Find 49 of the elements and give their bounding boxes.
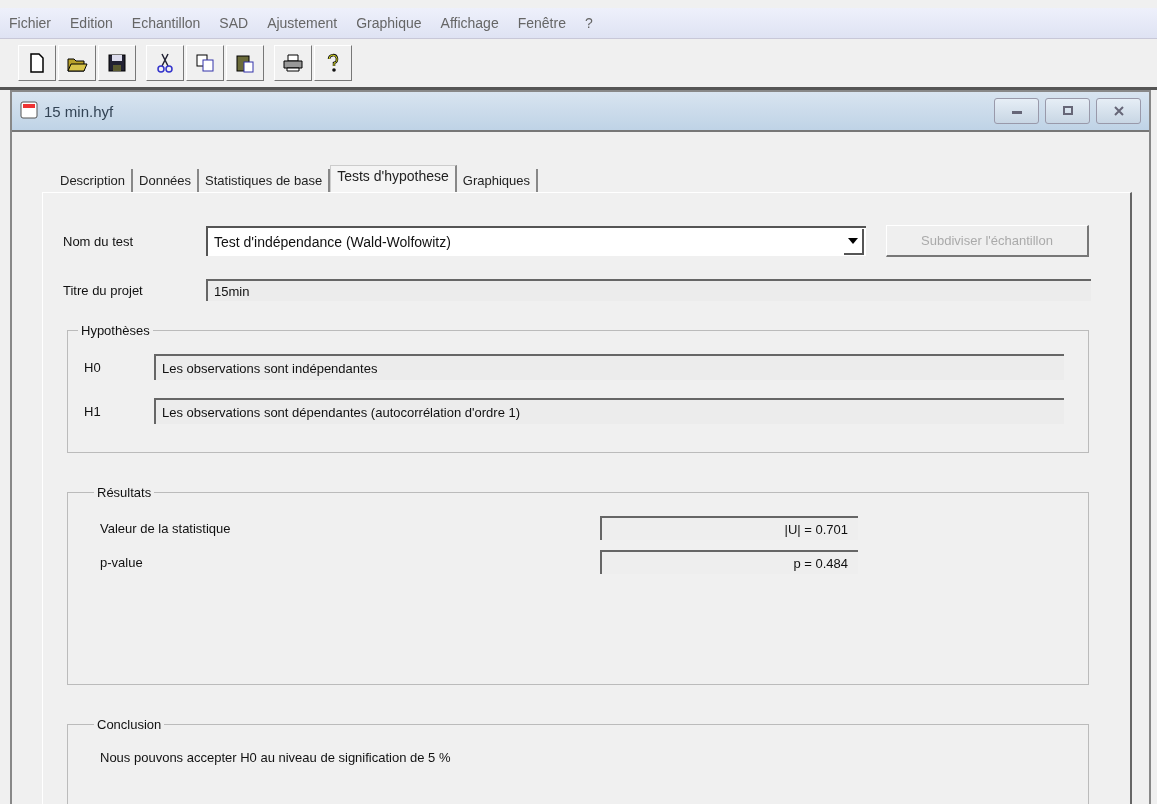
menu-item[interactable]: Edition	[69, 15, 114, 31]
tab[interactable]: Description	[54, 169, 134, 192]
menu-item[interactable]: Ajustement	[266, 15, 339, 31]
conclusion-text: Nous pouvons accepter H0 au niveau de signification de 5 %	[100, 750, 452, 765]
menu-item[interactable]: Fenêtre	[516, 15, 567, 31]
menu-item[interactable]: ?	[583, 15, 594, 31]
menu-item[interactable]: Affichage	[439, 15, 500, 31]
document-icon	[20, 101, 40, 121]
close-icon	[1111, 105, 1126, 117]
cut-button[interactable]	[146, 45, 184, 81]
tab[interactable]: Données	[133, 169, 200, 192]
result-label: Valeur de la statistique	[100, 520, 232, 536]
hypothesis-field[interactable]: Les observations sont dépendantes (autocorrélation d'ordre 1)	[154, 398, 1064, 424]
hypothesis-label: H0	[84, 359, 102, 375]
clipboard-icon	[234, 52, 256, 74]
minimize-button[interactable]	[994, 98, 1039, 124]
group-title: Résultats	[96, 485, 153, 500]
help-button[interactable]	[314, 45, 352, 81]
dropdown-arrow-icon	[848, 238, 858, 244]
result-label: p-value	[100, 554, 144, 570]
open-folder-button[interactable]	[58, 45, 96, 81]
copy-button[interactable]	[186, 45, 224, 81]
tab[interactable]: Tests d'hypothese	[330, 165, 457, 192]
new-file-button[interactable]	[18, 45, 56, 81]
menu-item[interactable]: Fichier	[8, 15, 52, 31]
copy-icon	[194, 52, 216, 74]
scissors-icon	[154, 52, 176, 74]
restore-button[interactable]	[1045, 98, 1090, 124]
group-title: Hypothèses	[80, 323, 151, 338]
printer-icon	[282, 52, 304, 74]
restore-icon	[1060, 105, 1075, 117]
paste-button[interactable]	[226, 45, 264, 81]
result-field[interactable]: |U| = 0.701	[600, 516, 858, 540]
group-title: Conclusion	[96, 717, 163, 732]
tab[interactable]: Graphiques	[456, 169, 538, 192]
project-title-field[interactable]: 15min	[206, 279, 1091, 301]
hypothesis-label: H1	[84, 403, 102, 419]
menu-item[interactable]: Echantillon	[130, 15, 202, 31]
field-label: Titre du projet	[63, 282, 144, 298]
field-label: Nom du test	[63, 233, 135, 249]
menu-item[interactable]: SAD	[218, 15, 250, 31]
menu-item[interactable]: Graphique	[355, 15, 423, 31]
save-button[interactable]	[98, 45, 136, 81]
test-dropdown[interactable]: Test d'indépendance (Wald-Wolfowitz)	[206, 226, 866, 256]
window-title: 15 min.hyf	[44, 102, 114, 120]
print-button[interactable]	[274, 45, 312, 81]
result-field[interactable]: p = 0.484	[600, 550, 858, 574]
close-button[interactable]	[1096, 98, 1141, 124]
hypothesis-field[interactable]: Les observations sont indépendantes	[154, 354, 1064, 380]
